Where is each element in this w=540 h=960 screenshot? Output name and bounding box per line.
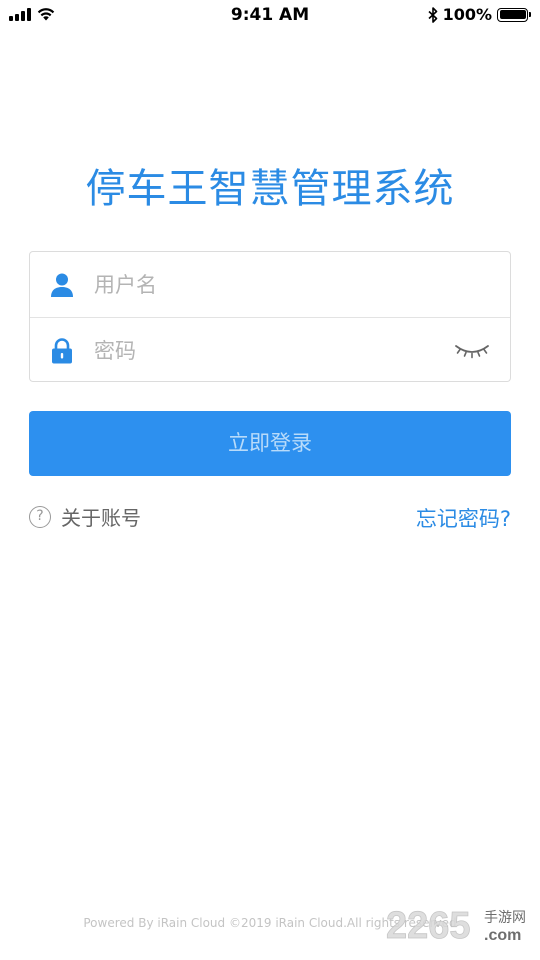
about-account-link[interactable]: ? 关于账号 bbox=[29, 502, 141, 531]
svg-text:2265: 2265 bbox=[386, 905, 471, 947]
battery-percent: 100% bbox=[442, 5, 492, 24]
app-title: 停车王智慧管理系统 bbox=[85, 166, 455, 212]
status-bar: 9:41 AM 100% bbox=[0, 0, 540, 32]
login-button[interactable]: 立即登录 bbox=[29, 411, 511, 476]
svg-text:.com: .com bbox=[484, 927, 521, 944]
login-form bbox=[29, 251, 511, 382]
forgot-password-link[interactable]: 忘记密码? bbox=[416, 503, 511, 533]
eye-closed-icon[interactable] bbox=[454, 342, 490, 360]
login-screen: 9:41 AM 100% 停车王智慧管理系统 用户名 立即登录 ? 关于账号 忘… bbox=[0, 0, 540, 960]
question-circle-icon: ? bbox=[29, 505, 51, 528]
about-account-label: 关于账号 bbox=[61, 506, 141, 530]
user-icon bbox=[51, 273, 73, 297]
username-input[interactable] bbox=[92, 264, 450, 306]
bluetooth-icon bbox=[428, 6, 437, 23]
lock-icon bbox=[52, 337, 72, 363]
watermark-logo: 2265 手游网 .com bbox=[386, 905, 526, 948]
password-input[interactable] bbox=[92, 330, 450, 372]
svg-text:手游网: 手游网 bbox=[484, 910, 526, 926]
password-row bbox=[30, 317, 510, 383]
status-bar-right: 100% bbox=[428, 5, 531, 24]
username-row bbox=[30, 252, 510, 317]
battery-icon bbox=[497, 7, 531, 22]
